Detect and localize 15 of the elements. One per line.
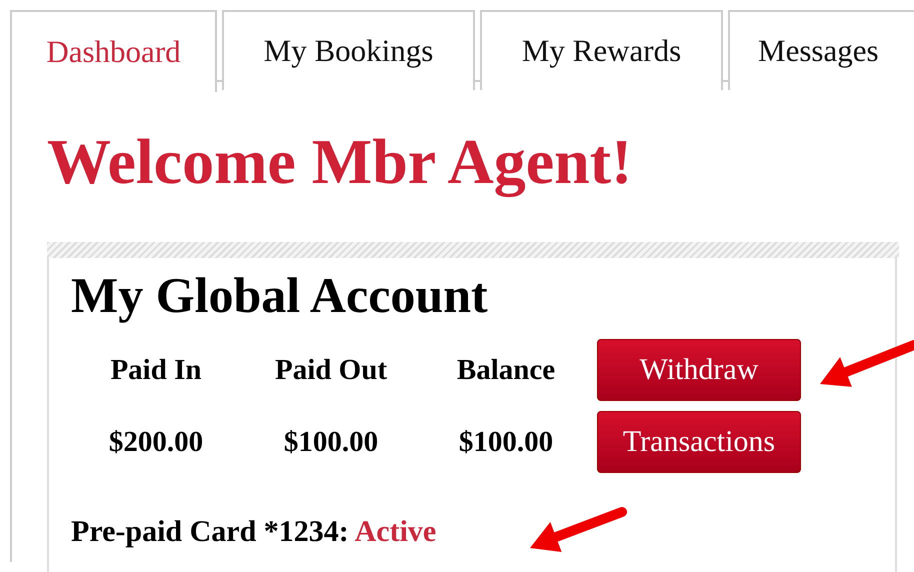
card-status: Active: [354, 515, 436, 548]
tab[interactable]: Messages: [728, 10, 914, 90]
account-title: My Global Account: [71, 268, 489, 323]
tab[interactable]: My Rewards: [480, 10, 723, 90]
column-label: Paid In: [110, 354, 202, 386]
column-label: Paid Out: [275, 354, 387, 386]
withdraw-button[interactable]: Withdraw: [597, 339, 801, 401]
tab[interactable]: My Bookings: [222, 10, 475, 90]
tab[interactable]: Dashboard: [10, 10, 217, 92]
transactions-button[interactable]: Transactions: [597, 411, 801, 473]
amount-value: $200.00: [108, 426, 204, 458]
column-label: Balance: [456, 354, 556, 386]
amount-value: $100.00: [284, 426, 378, 458]
card-label: Pre-paid Card *1234:: [71, 515, 349, 548]
amount-value: $100.00: [458, 426, 554, 458]
